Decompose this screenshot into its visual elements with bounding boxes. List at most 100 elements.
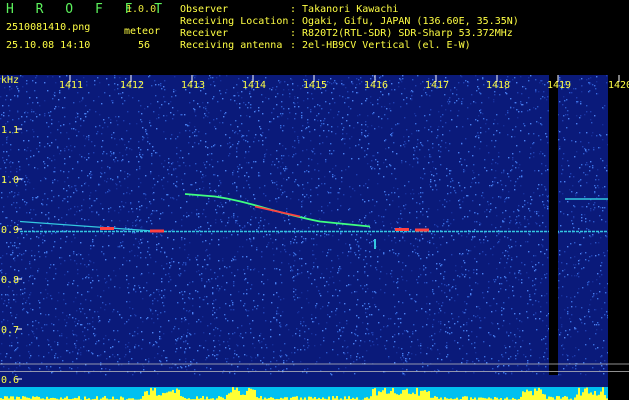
noise-dot bbox=[284, 81, 286, 83]
noise-dot bbox=[540, 251, 542, 253]
noise-dot bbox=[236, 151, 238, 153]
noise-dot bbox=[344, 102, 346, 104]
noise-dot bbox=[510, 170, 512, 172]
noise-dot bbox=[604, 105, 606, 107]
noise-dot bbox=[398, 261, 400, 263]
noise-dot bbox=[520, 101, 522, 103]
noise-dot bbox=[106, 281, 108, 283]
noise-dot bbox=[325, 101, 327, 103]
noise-dot bbox=[358, 144, 360, 146]
noise-dot bbox=[419, 203, 421, 205]
noise-dot bbox=[182, 294, 184, 296]
noise-dot bbox=[136, 266, 138, 268]
noise-dot bbox=[95, 190, 97, 192]
noise-dot bbox=[478, 182, 480, 184]
noise-dot bbox=[467, 118, 469, 120]
noise-dot bbox=[261, 211, 263, 213]
noise-dot bbox=[175, 285, 177, 287]
noise-dot bbox=[149, 295, 151, 297]
noise-dot bbox=[526, 102, 528, 104]
noise-dot bbox=[337, 354, 339, 356]
noise-dot bbox=[446, 242, 448, 244]
noise-dot bbox=[214, 346, 216, 348]
noise-dot bbox=[105, 192, 107, 194]
noise-dot bbox=[397, 278, 399, 280]
noise-dot bbox=[394, 341, 396, 343]
noise-dot bbox=[589, 256, 591, 258]
noise-dot bbox=[398, 206, 400, 208]
noise-dot bbox=[455, 265, 457, 267]
noise-dot bbox=[122, 155, 124, 157]
noise-dot bbox=[47, 198, 49, 200]
noise-dot bbox=[249, 116, 251, 118]
noise-dot bbox=[276, 247, 278, 249]
noise-dot bbox=[288, 108, 290, 110]
noise-dot bbox=[401, 359, 403, 361]
noise-dot bbox=[146, 290, 148, 292]
noise-dot bbox=[233, 283, 235, 285]
noise-dot bbox=[272, 242, 274, 244]
noise-dot bbox=[547, 196, 549, 198]
noise-dot bbox=[304, 369, 306, 371]
noise-dot bbox=[121, 97, 123, 99]
noise-dot bbox=[411, 133, 413, 135]
noise-dot bbox=[246, 355, 248, 357]
noise-dot bbox=[447, 354, 449, 356]
noise-dot bbox=[212, 77, 214, 79]
noise-dot bbox=[546, 293, 548, 295]
noise-dot bbox=[350, 262, 352, 264]
noise-dot bbox=[47, 293, 49, 295]
noise-dot bbox=[364, 201, 366, 203]
noise-dot bbox=[311, 283, 313, 285]
noise-dot bbox=[430, 109, 432, 111]
noise-dot bbox=[454, 323, 456, 325]
noise-dot bbox=[597, 347, 599, 349]
noise-dot bbox=[270, 238, 272, 240]
noise-dot bbox=[566, 263, 568, 265]
noise-dot bbox=[460, 337, 462, 339]
noise-dot bbox=[247, 222, 249, 224]
noise-dot bbox=[605, 235, 607, 237]
noise-dot bbox=[26, 150, 28, 152]
noise-dot bbox=[77, 285, 79, 287]
noise-dot bbox=[459, 253, 461, 255]
noise-dot bbox=[405, 358, 407, 360]
noise-dot bbox=[212, 354, 214, 356]
noise-dot bbox=[420, 343, 422, 345]
noise-dot bbox=[356, 92, 358, 94]
noise-dot bbox=[606, 134, 608, 136]
noise-dot bbox=[511, 257, 513, 259]
noise-dot bbox=[17, 342, 19, 344]
noise-dot bbox=[237, 366, 239, 368]
noise-dot bbox=[562, 158, 564, 160]
noise-dot bbox=[316, 234, 318, 236]
noise-dot bbox=[365, 250, 367, 252]
noise-dot bbox=[391, 240, 393, 242]
noise-dot bbox=[515, 241, 517, 243]
noise-dot bbox=[268, 223, 270, 225]
noise-dot bbox=[561, 326, 563, 328]
noise-dot bbox=[39, 142, 41, 144]
noise-dot bbox=[498, 373, 500, 375]
noise-dot bbox=[184, 291, 186, 293]
noise-dot bbox=[168, 162, 170, 164]
noise-dot bbox=[328, 112, 330, 114]
noise-dot bbox=[473, 272, 475, 274]
noise-dot bbox=[108, 287, 110, 289]
noise-dot bbox=[401, 162, 403, 164]
noise-dot bbox=[47, 280, 49, 282]
noise-dot bbox=[518, 215, 520, 217]
noise-dot bbox=[179, 132, 181, 134]
noise-dot bbox=[431, 349, 433, 351]
noise-dot bbox=[119, 287, 121, 289]
noise-dot bbox=[301, 130, 303, 132]
noise-dot bbox=[209, 333, 211, 335]
noise-dot bbox=[14, 242, 16, 244]
noise-dot bbox=[81, 170, 83, 172]
noise-dot bbox=[227, 143, 229, 145]
noise-dot bbox=[142, 154, 144, 156]
noise-dot bbox=[18, 91, 20, 93]
noise-dot bbox=[512, 165, 514, 167]
noise-dot bbox=[401, 348, 403, 350]
noise-dot bbox=[109, 303, 111, 305]
